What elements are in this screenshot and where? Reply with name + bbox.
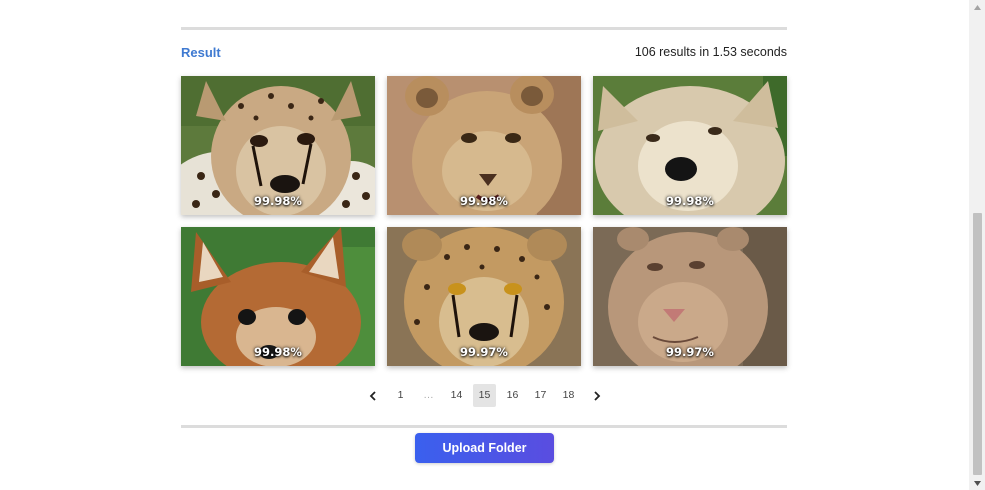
result-card[interactable]: 99.98% [593, 76, 787, 215]
result-card[interactable]: 99.98% [387, 76, 581, 215]
result-card[interactable]: 99.97% [593, 227, 787, 366]
result-heading: Result [181, 45, 221, 60]
chevron-left-icon [369, 390, 376, 401]
result-card[interactable]: 99.98% [181, 227, 375, 366]
page-link[interactable]: 17 [529, 384, 552, 407]
current-page[interactable]: 15 [473, 384, 496, 407]
similarity-score: 99.98% [460, 194, 508, 208]
page-ellipsis: … [423, 389, 434, 401]
similarity-score: 99.98% [254, 194, 302, 208]
similarity-score: 99.97% [666, 345, 714, 359]
next-page-button[interactable] [585, 384, 608, 407]
page: Result 106 results in 1.53 seconds 99.98… [0, 0, 985, 490]
prev-page-button[interactable] [361, 384, 384, 407]
scrollbar-thumb[interactable] [973, 213, 982, 475]
top-divider [181, 27, 787, 30]
vertical-scrollbar[interactable] [969, 0, 985, 490]
page-link[interactable]: 14 [445, 384, 468, 407]
result-card[interactable]: 99.98% [181, 76, 375, 215]
scroll-down-arrow-icon[interactable] [969, 476, 985, 490]
chevron-right-icon [593, 390, 600, 401]
page-link[interactable]: 18 [557, 384, 580, 407]
upload-folder-button[interactable]: Upload Folder [415, 433, 554, 463]
scroll-up-arrow-icon[interactable] [969, 0, 985, 14]
page-link[interactable]: 16 [501, 384, 524, 407]
similarity-score: 99.97% [460, 345, 508, 359]
results-grid: 99.98% 99.98% 99.98% 99.98% 99.97% 99.97… [181, 76, 787, 366]
result-summary: 106 results in 1.53 seconds [634, 45, 787, 59]
page-link[interactable]: 1 [389, 384, 412, 407]
result-card[interactable]: 99.97% [387, 227, 581, 366]
similarity-score: 99.98% [666, 194, 714, 208]
bottom-divider [181, 425, 787, 428]
pagination: 1 … 14 15 16 17 18 [0, 384, 969, 407]
similarity-score: 99.98% [254, 345, 302, 359]
